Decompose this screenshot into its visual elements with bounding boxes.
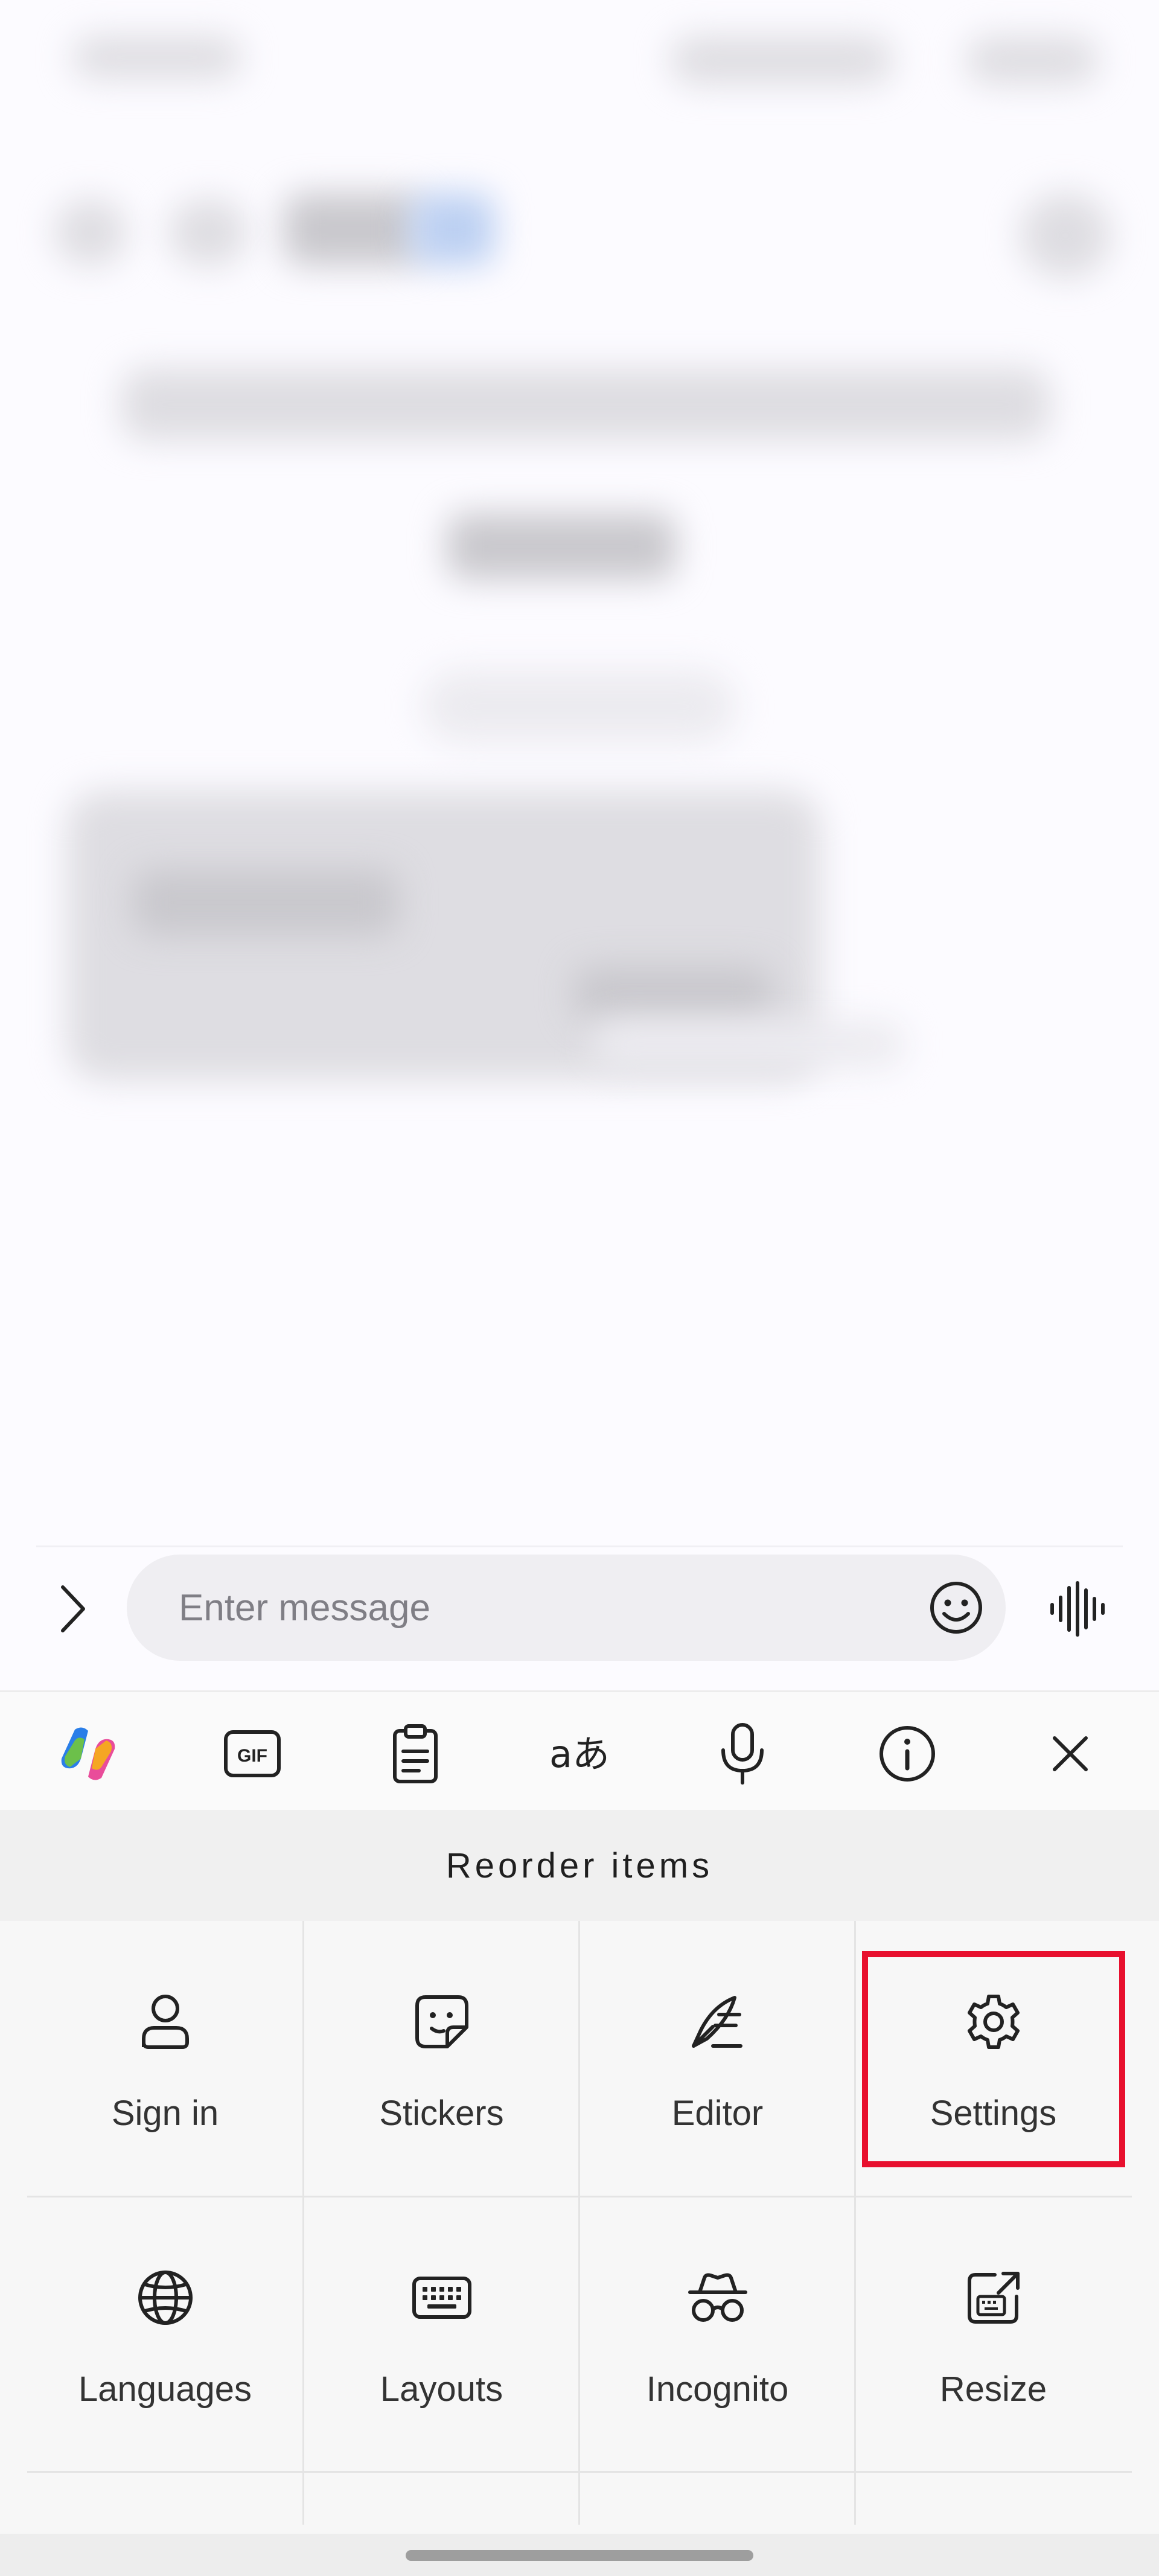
- message-input[interactable]: Enter message: [127, 1555, 1006, 1661]
- pen-icon: [691, 1996, 742, 2048]
- blurred-avatar: [169, 199, 247, 266]
- keyboard-toolbar: GIF aあ: [0, 1690, 1159, 1810]
- svg-text:GIF: GIF: [237, 1746, 267, 1766]
- blurred-contact-extra: [410, 193, 495, 266]
- blurred-back-button: [54, 199, 127, 266]
- grid-item-layouts[interactable]: Layouts: [304, 2197, 580, 2472]
- clipboard-icon: [393, 1724, 438, 1783]
- smiley-icon: [930, 1582, 982, 1634]
- settings-highlight-box: [862, 1951, 1125, 2167]
- voice-waveform-icon: [1050, 1581, 1105, 1637]
- emoji-button[interactable]: [927, 1579, 985, 1637]
- grid-item-label: Incognito: [646, 2370, 789, 2409]
- grid-item-editor[interactable]: Editor: [580, 1921, 855, 2196]
- translate-icon: aあ: [549, 1732, 610, 1776]
- close-icon: [1053, 1736, 1088, 1771]
- chat-background: [0, 0, 1159, 1545]
- grid-item-resize[interactable]: Resize: [855, 2197, 1131, 2472]
- keyboard-icon: [412, 2277, 471, 2319]
- globe-icon: [138, 2271, 193, 2325]
- gif-icon: GIF: [224, 1730, 281, 1777]
- grid-item-label: Editor: [671, 2094, 764, 2133]
- blurred-message-text-1: [133, 869, 398, 936]
- gif-button[interactable]: GIF: [216, 1718, 289, 1790]
- person-icon: [141, 1995, 189, 2049]
- grid-item-stickers[interactable]: Stickers: [304, 1921, 580, 2196]
- blurred-notice: [121, 368, 1050, 441]
- blurred-message-text-2: [573, 966, 773, 1020]
- microphone-button[interactable]: [706, 1718, 779, 1790]
- blurred-status-right: [966, 36, 1099, 85]
- copilot-button[interactable]: [52, 1718, 124, 1790]
- grid-item-label: Stickers: [379, 2094, 504, 2133]
- chevron-right-icon: [61, 1585, 85, 1632]
- blurred-status-left: [72, 36, 241, 78]
- info-button[interactable]: [871, 1718, 943, 1790]
- grid-item-incognito[interactable]: Incognito: [580, 2197, 855, 2472]
- grid-item-sign-in[interactable]: Sign in: [27, 1921, 303, 2196]
- expand-button[interactable]: [48, 1576, 97, 1642]
- blurred-contact-name: [284, 193, 423, 266]
- grid-item-label: Resize: [939, 2370, 1047, 2409]
- blurred-status-mid: [670, 36, 893, 85]
- sticker-icon: [415, 1995, 468, 2048]
- grid-item-label: Layouts: [380, 2370, 503, 2409]
- blurred-message-time: [592, 1020, 905, 1069]
- message-input-placeholder: Enter message: [179, 1587, 430, 1629]
- clipboard-button[interactable]: [379, 1718, 452, 1790]
- copilot-icon: [61, 1727, 115, 1780]
- close-toolbar-button[interactable]: [1034, 1718, 1106, 1790]
- incognito-icon: [688, 2273, 747, 2322]
- translate-button[interactable]: aあ: [543, 1718, 616, 1790]
- home-indicator[interactable]: [406, 2550, 753, 2561]
- svg-text:aあ: aあ: [549, 1732, 610, 1776]
- grid-item-languages[interactable]: Languages: [27, 2197, 303, 2472]
- grid-item-label: Languages: [78, 2370, 252, 2409]
- microphone-icon: [721, 1723, 764, 1785]
- blurred-label: [423, 670, 736, 743]
- info-icon: [880, 1726, 935, 1782]
- composer-divider: [36, 1545, 1123, 1547]
- blurred-date: [447, 513, 676, 580]
- resize-icon: [967, 2272, 1020, 2324]
- navigation-bar: [0, 2534, 1159, 2576]
- grid-item-label: Sign in: [111, 2094, 219, 2133]
- voice-button[interactable]: [1044, 1576, 1111, 1642]
- reorder-items-header: Reorder items: [0, 1810, 1159, 1921]
- blurred-menu-button: [1020, 193, 1111, 278]
